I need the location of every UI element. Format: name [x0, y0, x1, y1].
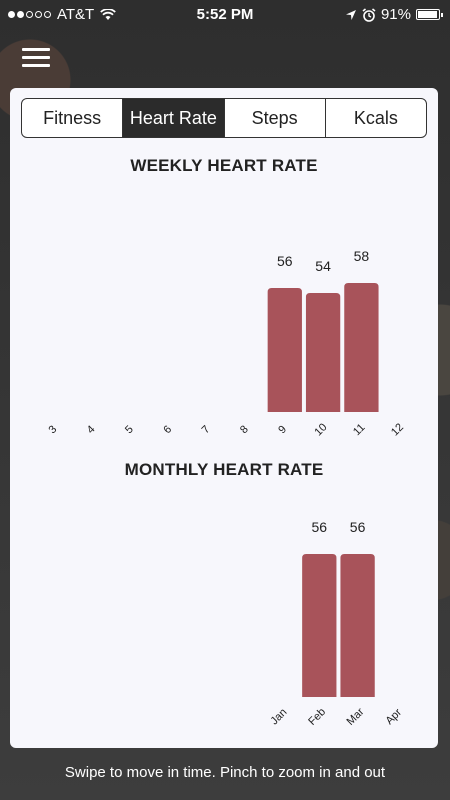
location-arrow-icon: [345, 9, 356, 20]
data-label-9: 56: [277, 253, 293, 269]
metric-segmented-control: Fitness Heart Rate Steps Kcals: [21, 98, 427, 138]
x-tick-label-feb: Feb: [306, 706, 328, 728]
x-tick-label-8: 8: [238, 423, 251, 436]
x-tick-label-apr: Apr: [383, 706, 404, 727]
x-tick-label-10: 10: [312, 421, 329, 438]
x-tick-label-mar: Mar: [345, 706, 367, 728]
monthly-chart-title: MONTHLY HEART RATE: [124, 460, 324, 479]
data-label-10: 54: [315, 258, 331, 274]
x-tick-label-9: 9: [276, 423, 289, 436]
tab-fitness[interactable]: Fitness: [22, 99, 124, 137]
status-right: 91%: [345, 6, 443, 23]
alarm-icon: [362, 7, 376, 22]
monthly-heart-rate-chart[interactable]: Jan 56 Feb 56 Mar Apr: [10, 488, 438, 748]
gesture-hint: Swipe to move in time. Pinch to zoom in …: [64, 764, 386, 781]
x-tick-label-jan: Jan: [268, 706, 289, 727]
data-label-11: 58: [354, 248, 370, 264]
bar-feb: [302, 554, 337, 697]
battery-icon: [416, 9, 443, 20]
tab-steps[interactable]: Steps: [225, 99, 326, 137]
x-tick-label-4: 4: [85, 423, 98, 436]
x-tick-label-6: 6: [161, 423, 174, 436]
bar-mar: [340, 554, 375, 697]
weekly-heart-rate-chart[interactable]: 3 4 5 6 7 856954105811 12: [10, 183, 438, 453]
bar-9: [267, 288, 302, 412]
x-tick-label-7: 7: [200, 423, 213, 436]
data-label-feb: 56: [312, 519, 328, 535]
bar-11: [344, 283, 379, 412]
x-tick-label-11: 11: [351, 422, 368, 439]
hamburger-menu-icon[interactable]: [22, 48, 50, 68]
data-label-mar: 56: [350, 519, 366, 535]
status-bar: AT&T 5:52 PM 91%: [0, 0, 450, 30]
chart-card: Fitness Heart Rate Steps Kcals WEEKLY HE…: [10, 88, 438, 748]
bar-10: [305, 293, 341, 412]
x-tick-label-3: 3: [46, 423, 59, 436]
x-tick-label-12: 12: [389, 421, 406, 438]
x-tick-label-5: 5: [123, 423, 136, 436]
tab-kcals[interactable]: Kcals: [326, 99, 426, 137]
battery-percent: 91%: [380, 6, 411, 23]
tab-heart-rate[interactable]: Heart Rate: [123, 99, 225, 137]
weekly-chart-title: WEEKLY HEART RATE: [130, 156, 318, 175]
